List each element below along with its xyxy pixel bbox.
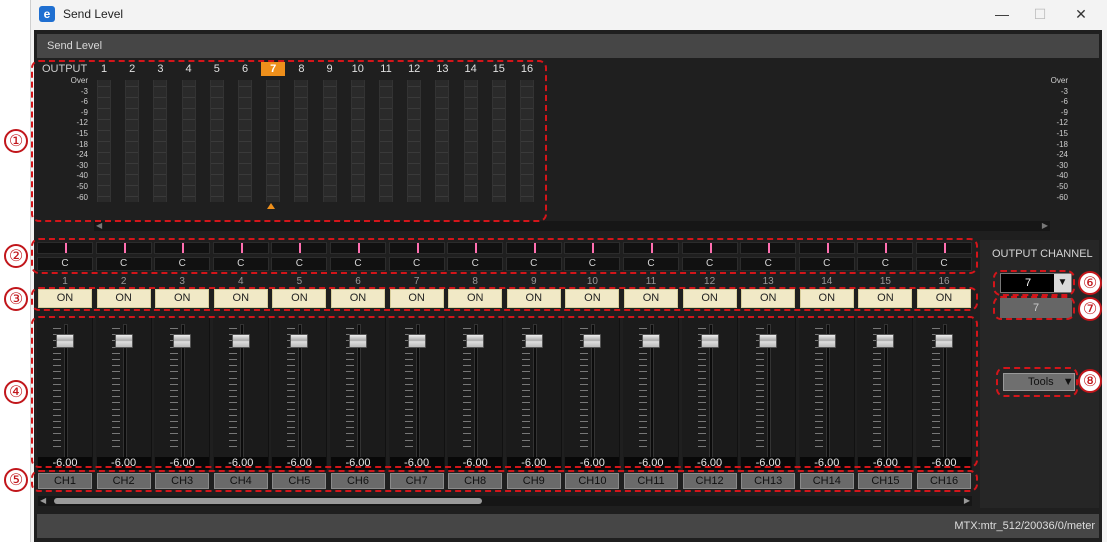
callout-4: ④ <box>4 380 28 404</box>
meter-scale-label: -3 <box>1060 86 1068 96</box>
channel-number: 4 <box>238 276 244 287</box>
meter-scale-label: -15 <box>1056 129 1068 138</box>
channel-number: 14 <box>821 276 833 287</box>
callout-7: ⑦ <box>1078 297 1102 321</box>
meter-scale-label: -50 <box>1056 182 1068 191</box>
channel-number: 1 <box>62 276 68 287</box>
channel-number: 9 <box>531 276 537 287</box>
window-title: Send Level <box>63 7 124 21</box>
scrollbar-thumb[interactable] <box>54 498 482 504</box>
callout-1: ① <box>4 129 28 153</box>
scroll-right-icon[interactable]: ▶ <box>1042 221 1048 231</box>
channel-number: 7 <box>413 276 420 287</box>
meter-scale-label: -60 <box>1056 192 1068 202</box>
callout-2: ② <box>4 244 28 268</box>
scroll-left-icon[interactable]: ◀ <box>96 221 102 231</box>
meter-scale-label: -24 <box>1056 150 1068 160</box>
app-logo-icon: e <box>39 6 55 22</box>
minimize-button[interactable]: — <box>988 4 1016 24</box>
meter-scale-label: -18 <box>1056 139 1068 149</box>
callout-3: ③ <box>4 287 28 311</box>
channel-number: 16 <box>938 276 950 287</box>
maximize-button[interactable]: ☐ <box>1026 4 1054 24</box>
app-root: e Send Level — ☐ ✕ Send Level OUTPUT 123… <box>0 0 1107 542</box>
channel-number: 10 <box>586 276 598 287</box>
scroll-right-icon[interactable]: ▶ <box>964 496 970 506</box>
meter-scale-label: -12 <box>1056 118 1068 128</box>
close-button[interactable]: ✕ <box>1067 4 1095 24</box>
output-channel-title: OUTPUT CHANNEL <box>992 248 1093 260</box>
meter-scale-label: -9 <box>1060 107 1068 117</box>
status-bar: MTX:mtr_512/20036/0/meter <box>37 514 1099 538</box>
channel-number: 6 <box>355 276 361 287</box>
meter-scale-label: -6 <box>1060 97 1068 107</box>
meter-scale-label: Over <box>1050 76 1068 85</box>
section-header: Send Level <box>37 34 1099 58</box>
channel-number: 8 <box>472 276 478 287</box>
callout-region-1 <box>31 60 547 222</box>
channel-number: 2 <box>120 276 127 287</box>
meter-scale-label: -40 <box>1056 171 1068 181</box>
scroll-left-icon[interactable]: ◀ <box>40 496 46 506</box>
channel-number: 3 <box>179 276 185 287</box>
title-bar: e Send Level — ☐ ✕ <box>31 0 1107 28</box>
channel-horizontal-scrollbar[interactable]: ◀ ▶ <box>38 496 972 506</box>
channel-number: 15 <box>879 276 891 287</box>
callout-6: ⑥ <box>1078 271 1102 295</box>
channel-number: 11 <box>645 276 657 287</box>
channel-number: 12 <box>704 276 716 287</box>
channel-number: 13 <box>762 276 774 287</box>
callout-region-2 <box>31 238 978 274</box>
callout-region-4 <box>31 316 978 468</box>
meter-scale-label: -30 <box>1056 160 1068 170</box>
callout-region-6 <box>993 270 1075 296</box>
callout-region-3 <box>31 287 978 311</box>
callout-region-7 <box>993 296 1075 320</box>
callout-5: ⑤ <box>4 468 28 492</box>
callout-region-5 <box>31 470 978 492</box>
meter-horizontal-scrollbar[interactable]: ◀ ▶ <box>94 221 1050 231</box>
channel-number: 5 <box>296 276 303 287</box>
callout-region-8 <box>996 367 1078 397</box>
callout-8: ⑧ <box>1078 369 1102 393</box>
